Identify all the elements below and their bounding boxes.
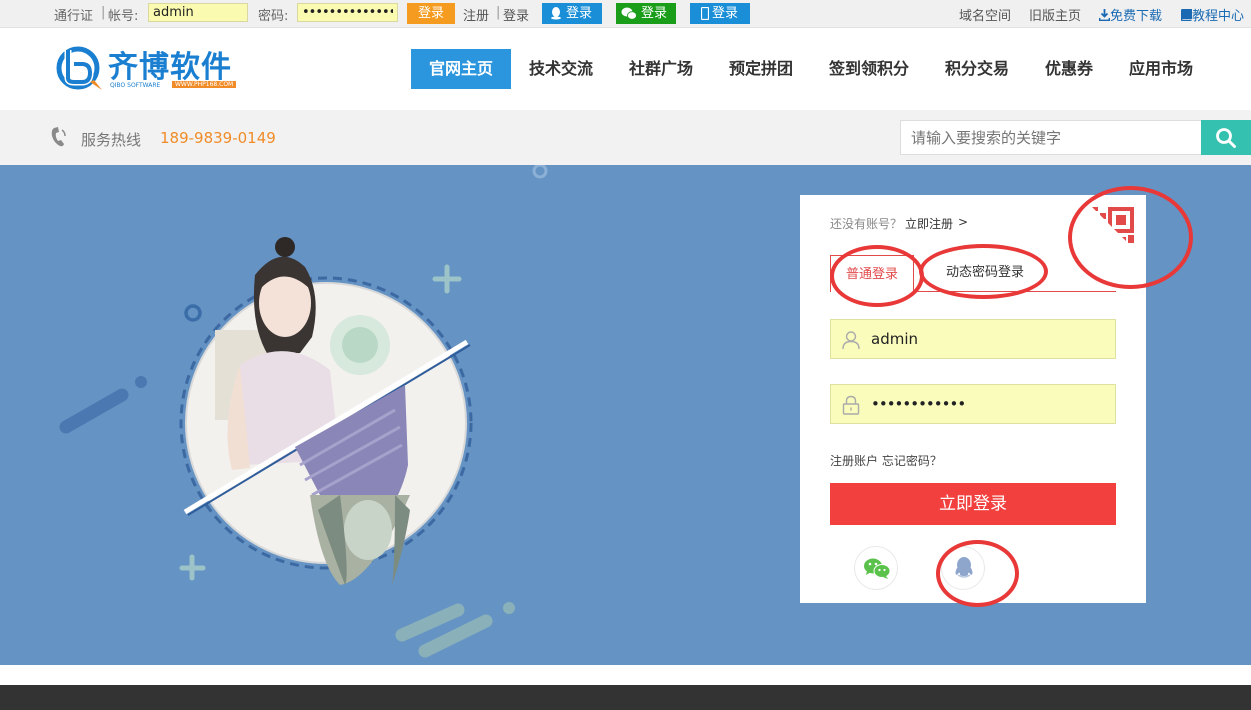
site-logo[interactable]: 齐博软件 QIBO SOFTWARE WWW.PHP168.COM bbox=[54, 42, 250, 94]
phone-hotline-icon bbox=[51, 127, 66, 147]
hotline-label: 服务热线 bbox=[81, 131, 142, 149]
password-field bbox=[830, 384, 1116, 424]
hotline-bar: 服务热线 189-9839-0149 bbox=[0, 110, 1251, 165]
user-icon bbox=[842, 331, 860, 350]
download-icon bbox=[1098, 9, 1111, 22]
site-header: 齐博软件 QIBO SOFTWARE WWW.PHP168.COM 官网主页 技… bbox=[0, 28, 1251, 110]
submit-login-button[interactable]: 立即登录 bbox=[830, 483, 1116, 525]
tab-dynamic-password-login[interactable]: 动态密码登录 bbox=[930, 255, 1040, 291]
free-download-link[interactable]: 免费下载 bbox=[1098, 5, 1163, 24]
domain-space-link[interactable]: 域名空间 bbox=[959, 5, 1011, 24]
nav-group-booking[interactable]: 预定拼团 bbox=[721, 49, 801, 89]
logo-text: 齐博软件 bbox=[108, 50, 232, 85]
logo-sub-left: QIBO SOFTWARE bbox=[110, 82, 161, 89]
qr-login-toggle[interactable] bbox=[1088, 203, 1138, 253]
nav-points-trade[interactable]: 积分交易 bbox=[937, 49, 1017, 89]
search-icon bbox=[1216, 128, 1236, 148]
login-panel: 还没有账号？ 立即注册 > 普通登录 动态密码登录 admin ••••••••… bbox=[800, 195, 1146, 603]
nav-home[interactable]: 官网主页 bbox=[411, 49, 511, 89]
qr-code-icon bbox=[1088, 203, 1138, 253]
wechat-login-label: 登录 bbox=[641, 6, 668, 21]
wechat-icon bbox=[621, 7, 637, 20]
nav-coupons[interactable]: 优惠券 bbox=[1037, 49, 1101, 89]
password-label: 密码: bbox=[258, 9, 289, 24]
register-account-link[interactable]: 注册账户 bbox=[830, 454, 878, 468]
qq-icon bbox=[551, 7, 561, 20]
username-input[interactable] bbox=[871, 320, 1111, 358]
book-icon bbox=[1180, 8, 1193, 22]
nav-community[interactable]: 社群广场 bbox=[621, 49, 701, 89]
wechat-icon bbox=[864, 558, 891, 579]
register-link[interactable]: 注册 bbox=[463, 5, 489, 24]
tab-normal-login[interactable]: 普通登录 bbox=[830, 255, 914, 292]
account-links: 注册账户 忘记密码？ bbox=[830, 452, 942, 469]
phone-login-button[interactable]: 登录 bbox=[690, 3, 750, 24]
login-link[interactable]: 登录 bbox=[503, 5, 529, 24]
logo-sub-right: WWW.PHP168.COM bbox=[172, 81, 237, 88]
qq-social-login[interactable] bbox=[941, 546, 985, 590]
register-now-link[interactable]: 立即注册 bbox=[905, 215, 953, 232]
search-input[interactable] bbox=[900, 120, 1202, 155]
nav-app-market[interactable]: 应用市场 bbox=[1121, 49, 1201, 89]
wechat-login-button[interactable]: 登录 bbox=[616, 3, 676, 24]
passport-label: 通行证 bbox=[54, 9, 94, 24]
forgot-password-link[interactable]: 忘记密码？ bbox=[882, 454, 942, 468]
banner-illustration bbox=[59, 165, 548, 658]
phone-icon bbox=[701, 7, 709, 20]
footer-bar bbox=[0, 685, 1251, 710]
separator: | bbox=[496, 5, 501, 20]
lock-icon bbox=[842, 395, 860, 415]
topbar-login-button[interactable]: 登录 bbox=[407, 3, 455, 24]
old-homepage-link[interactable]: 旧版主页 bbox=[1029, 5, 1081, 24]
username-field bbox=[830, 319, 1116, 359]
top-bar: 通行证 | 帐号: 密码: 登录 注册 | 登录 登录 登录 登录 域名空间 旧… bbox=[0, 0, 1251, 28]
no-account-text: 还没有账号？ bbox=[830, 217, 903, 231]
password-input[interactable] bbox=[297, 3, 398, 22]
qq-login-label: 登录 bbox=[566, 6, 593, 21]
separator: | bbox=[101, 5, 106, 20]
qq-icon bbox=[955, 557, 973, 578]
search-button[interactable] bbox=[1201, 120, 1251, 155]
nav-tech-exchange[interactable]: 技术交流 bbox=[521, 49, 601, 89]
password-input-main[interactable] bbox=[871, 385, 1111, 423]
hotline-number: 189-9839-0149 bbox=[160, 129, 276, 147]
arrow-icon: > bbox=[958, 215, 969, 229]
tutorial-center-link[interactable]: 教程中心 bbox=[1180, 5, 1245, 24]
tutorial-center-label: 教程中心 bbox=[1192, 9, 1245, 24]
account-label: 帐号: bbox=[108, 9, 139, 24]
phone-login-label: 登录 bbox=[712, 6, 739, 21]
free-download-label: 免费下载 bbox=[1110, 9, 1163, 24]
wechat-social-login[interactable] bbox=[854, 546, 898, 590]
qibo-logo-icon bbox=[56, 46, 102, 90]
nav-checkin-points[interactable]: 签到领积分 bbox=[821, 49, 917, 89]
banner-gap bbox=[0, 665, 1251, 685]
qq-login-button[interactable]: 登录 bbox=[542, 3, 602, 24]
account-input[interactable] bbox=[148, 3, 248, 22]
